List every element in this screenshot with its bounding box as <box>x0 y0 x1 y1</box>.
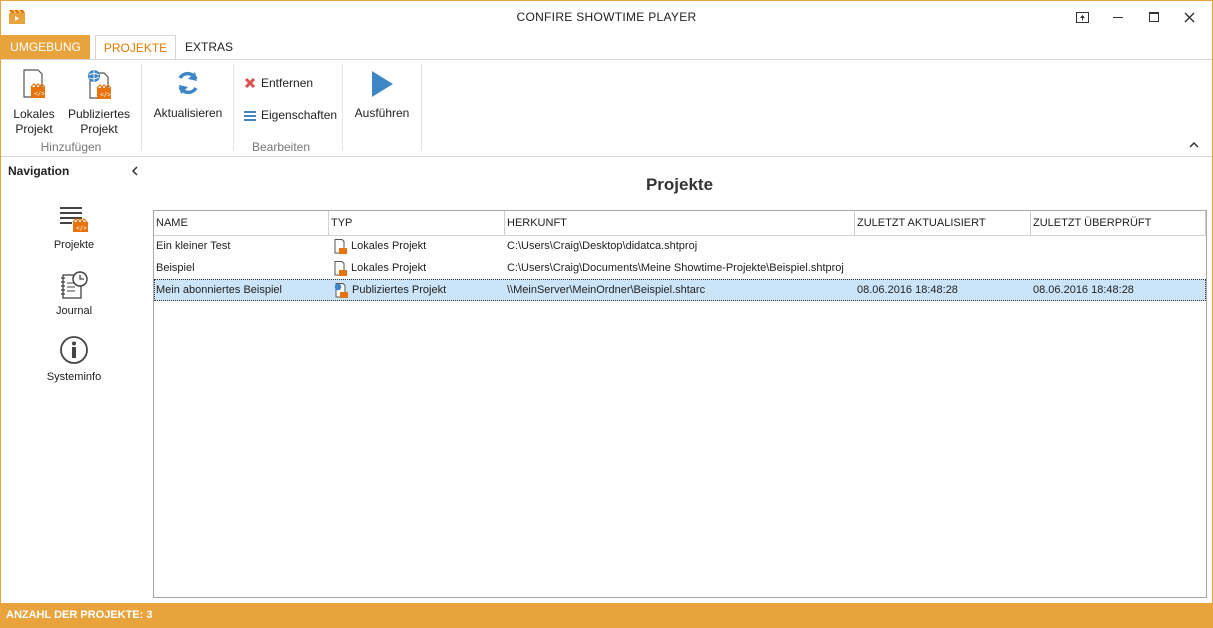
cell-typ-label: Lokales Projekt <box>351 240 427 252</box>
properties-label: Eigenschaften <box>261 108 338 122</box>
properties-icon <box>244 110 256 121</box>
cell-geprueft <box>1031 257 1206 279</box>
restore-ribbon-icon <box>1075 11 1089 23</box>
svg-text:</>: </> <box>76 225 87 232</box>
column-header-typ[interactable]: TYP <box>329 211 505 235</box>
cell-name: Mein abonniertes Beispiel <box>156 284 282 296</box>
properties-button[interactable]: Eigenschaften <box>244 108 337 122</box>
ribbon-separator <box>421 64 422 150</box>
tab-umgebung[interactable]: UMGEBUNG <box>1 35 90 59</box>
minimize-icon <box>1113 17 1123 18</box>
cell-aktualisiert <box>855 257 1031 279</box>
ribbon-tabs: UMGEBUNG PROJEKTE EXTRAS <box>1 35 1212 61</box>
run-button[interactable]: Ausführen <box>349 70 415 121</box>
page-title: Projekte <box>645 175 714 194</box>
group-label-bearbeiten: Bearbeiten <box>251 140 311 154</box>
title-bar: CONFIRE SHOWTIME PLAYER <box>1 1 1212 34</box>
cell-herkunft: \\MeinServer\MeinOrdner\Beispiel.shtarc <box>507 284 706 296</box>
svg-text:</>: </> <box>34 91 45 98</box>
add-local-project-label: Lokales Projekt <box>13 107 55 136</box>
ribbon-separator <box>342 64 343 150</box>
cell-typ: Lokales Projekt <box>329 257 505 279</box>
cell-aktualisiert <box>855 235 1031 257</box>
remove-icon <box>244 77 256 89</box>
cell-typ-label: Publiziertes Projekt <box>352 284 447 296</box>
cell-typ-label: Lokales Projekt <box>351 262 427 274</box>
cell-name: Ein kleiner Test <box>156 240 231 252</box>
cell-herkunft: C:\Users\Craig\Desktop\didatca.shtproj <box>507 240 698 252</box>
table-row[interactable]: Beispiel Lokales Projekt C:\Users\Craig\… <box>154 257 1206 279</box>
tab-projekte[interactable]: PROJEKTE <box>95 35 176 61</box>
play-icon <box>372 71 393 97</box>
refresh-button[interactable]: Aktualisieren <box>149 70 227 121</box>
ribbon: </> Lokales Projekt </> Publiziertes Pro… <box>1 59 1212 157</box>
navigation-title: Navigation <box>8 164 70 178</box>
add-local-project-button[interactable]: </> Lokales Projekt <box>7 69 61 137</box>
local-project-icon <box>334 238 347 254</box>
nav-item-systeminfo-label: Systeminfo <box>46 371 102 383</box>
svg-text:</>: </> <box>100 92 111 99</box>
run-label: Ausführen <box>354 106 410 120</box>
nav-item-journal[interactable]: Journal <box>34 271 114 317</box>
remove-label: Entfernen <box>261 76 314 90</box>
status-bar: ANZAHL DER PROJEKTE: 3 <box>1 603 1212 627</box>
window-title: CONFIRE SHOWTIME PLAYER <box>516 10 697 24</box>
column-header-geprueft[interactable]: ZULETZT ÜBERPRÜFT <box>1031 211 1206 235</box>
group-label-hinzufuegen: Hinzufügen <box>40 140 102 154</box>
tab-extras[interactable]: EXTRAS <box>179 35 239 59</box>
nav-item-systeminfo[interactable]: Systeminfo <box>34 335 114 383</box>
remove-button[interactable]: Entfernen <box>244 76 313 90</box>
table-header: NAME TYP HERKUNFT ZULETZT AKTUALISIERT Z… <box>154 211 1206 236</box>
add-published-project-button[interactable]: </> Publiziertes Projekt <box>65 69 133 137</box>
cell-typ: Lokales Projekt <box>329 235 505 257</box>
nav-item-projekte[interactable]: </> Projekte <box>34 205 114 251</box>
maximize-icon <box>1149 12 1159 22</box>
minimize-button[interactable] <box>1105 7 1131 27</box>
cell-aktualisiert: 08.06.2016 18:48:28 <box>857 284 958 296</box>
nav-item-journal-label: Journal <box>55 305 93 317</box>
column-header-aktualisiert[interactable]: ZULETZT AKTUALISIERT <box>855 211 1031 235</box>
cell-geprueft: 08.06.2016 18:48:28 <box>1033 284 1134 296</box>
app-window: CONFIRE SHOWTIME PLAYER UMGEBUNG PROJEKT… <box>0 0 1213 628</box>
published-project-icon: </> <box>88 70 112 99</box>
info-icon <box>60 336 88 364</box>
projects-list-icon: </> <box>60 207 88 232</box>
close-button[interactable] <box>1176 7 1202 27</box>
published-project-icon <box>334 282 348 298</box>
collapse-navigation-icon[interactable] <box>130 164 140 178</box>
maximize-button[interactable] <box>1141 7 1167 27</box>
table-row[interactable]: Ein kleiner Test Lokales Projekt C:\User… <box>154 235 1206 257</box>
close-icon <box>1184 12 1194 22</box>
restore-ribbon-button[interactable] <box>1069 7 1095 27</box>
table-row-selected[interactable]: Mein abonniertes Beispiel Publiziertes P… <box>154 279 1206 301</box>
add-published-project-label: Publiziertes Projekt <box>67 107 131 136</box>
column-header-herkunft[interactable]: HERKUNFT <box>505 211 855 235</box>
refresh-label: Aktualisieren <box>153 106 223 120</box>
local-project-icon: </> <box>23 69 46 98</box>
column-header-name[interactable]: NAME <box>154 211 329 235</box>
refresh-icon <box>178 71 198 95</box>
ribbon-separator <box>141 64 142 150</box>
nav-item-projekte-label: Projekte <box>53 239 95 251</box>
cell-name: Beispiel <box>156 262 195 274</box>
local-project-icon <box>334 260 347 276</box>
journal-icon <box>61 271 88 299</box>
cell-geprueft <box>1031 235 1206 257</box>
projects-table: NAME TYP HERKUNFT ZULETZT AKTUALISIERT Z… <box>153 210 1207 598</box>
ribbon-separator <box>233 64 234 150</box>
cell-herkunft: C:\Users\Craig\Documents\Meine Showtime-… <box>507 262 844 274</box>
collapse-ribbon-icon[interactable] <box>1188 140 1200 150</box>
cell-typ: Publiziertes Projekt <box>329 279 505 301</box>
